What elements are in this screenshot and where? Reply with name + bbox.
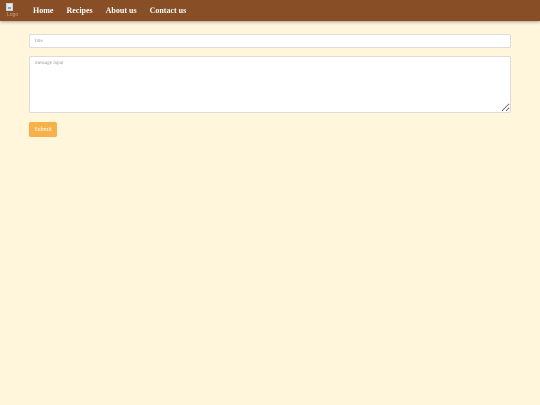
submit-button[interactable]: Submit	[29, 122, 57, 137]
navbar: Logo Home Recipes About us Contact us	[0, 0, 540, 21]
title-input[interactable]	[29, 34, 511, 48]
broken-image-icon	[6, 2, 13, 11]
message-input[interactable]	[29, 56, 511, 113]
nav-link-recipes[interactable]: Recipes	[66, 6, 92, 15]
logo-image[interactable]: Logo	[5, 2, 21, 19]
message-form: Submit	[29, 34, 511, 137]
nav-link-about-us[interactable]: About us	[106, 6, 137, 15]
logo-alt-text: Logo	[7, 11, 19, 18]
nav-link-home[interactable]: Home	[33, 6, 53, 15]
nav-link-contact-us[interactable]: Contact us	[150, 6, 187, 15]
